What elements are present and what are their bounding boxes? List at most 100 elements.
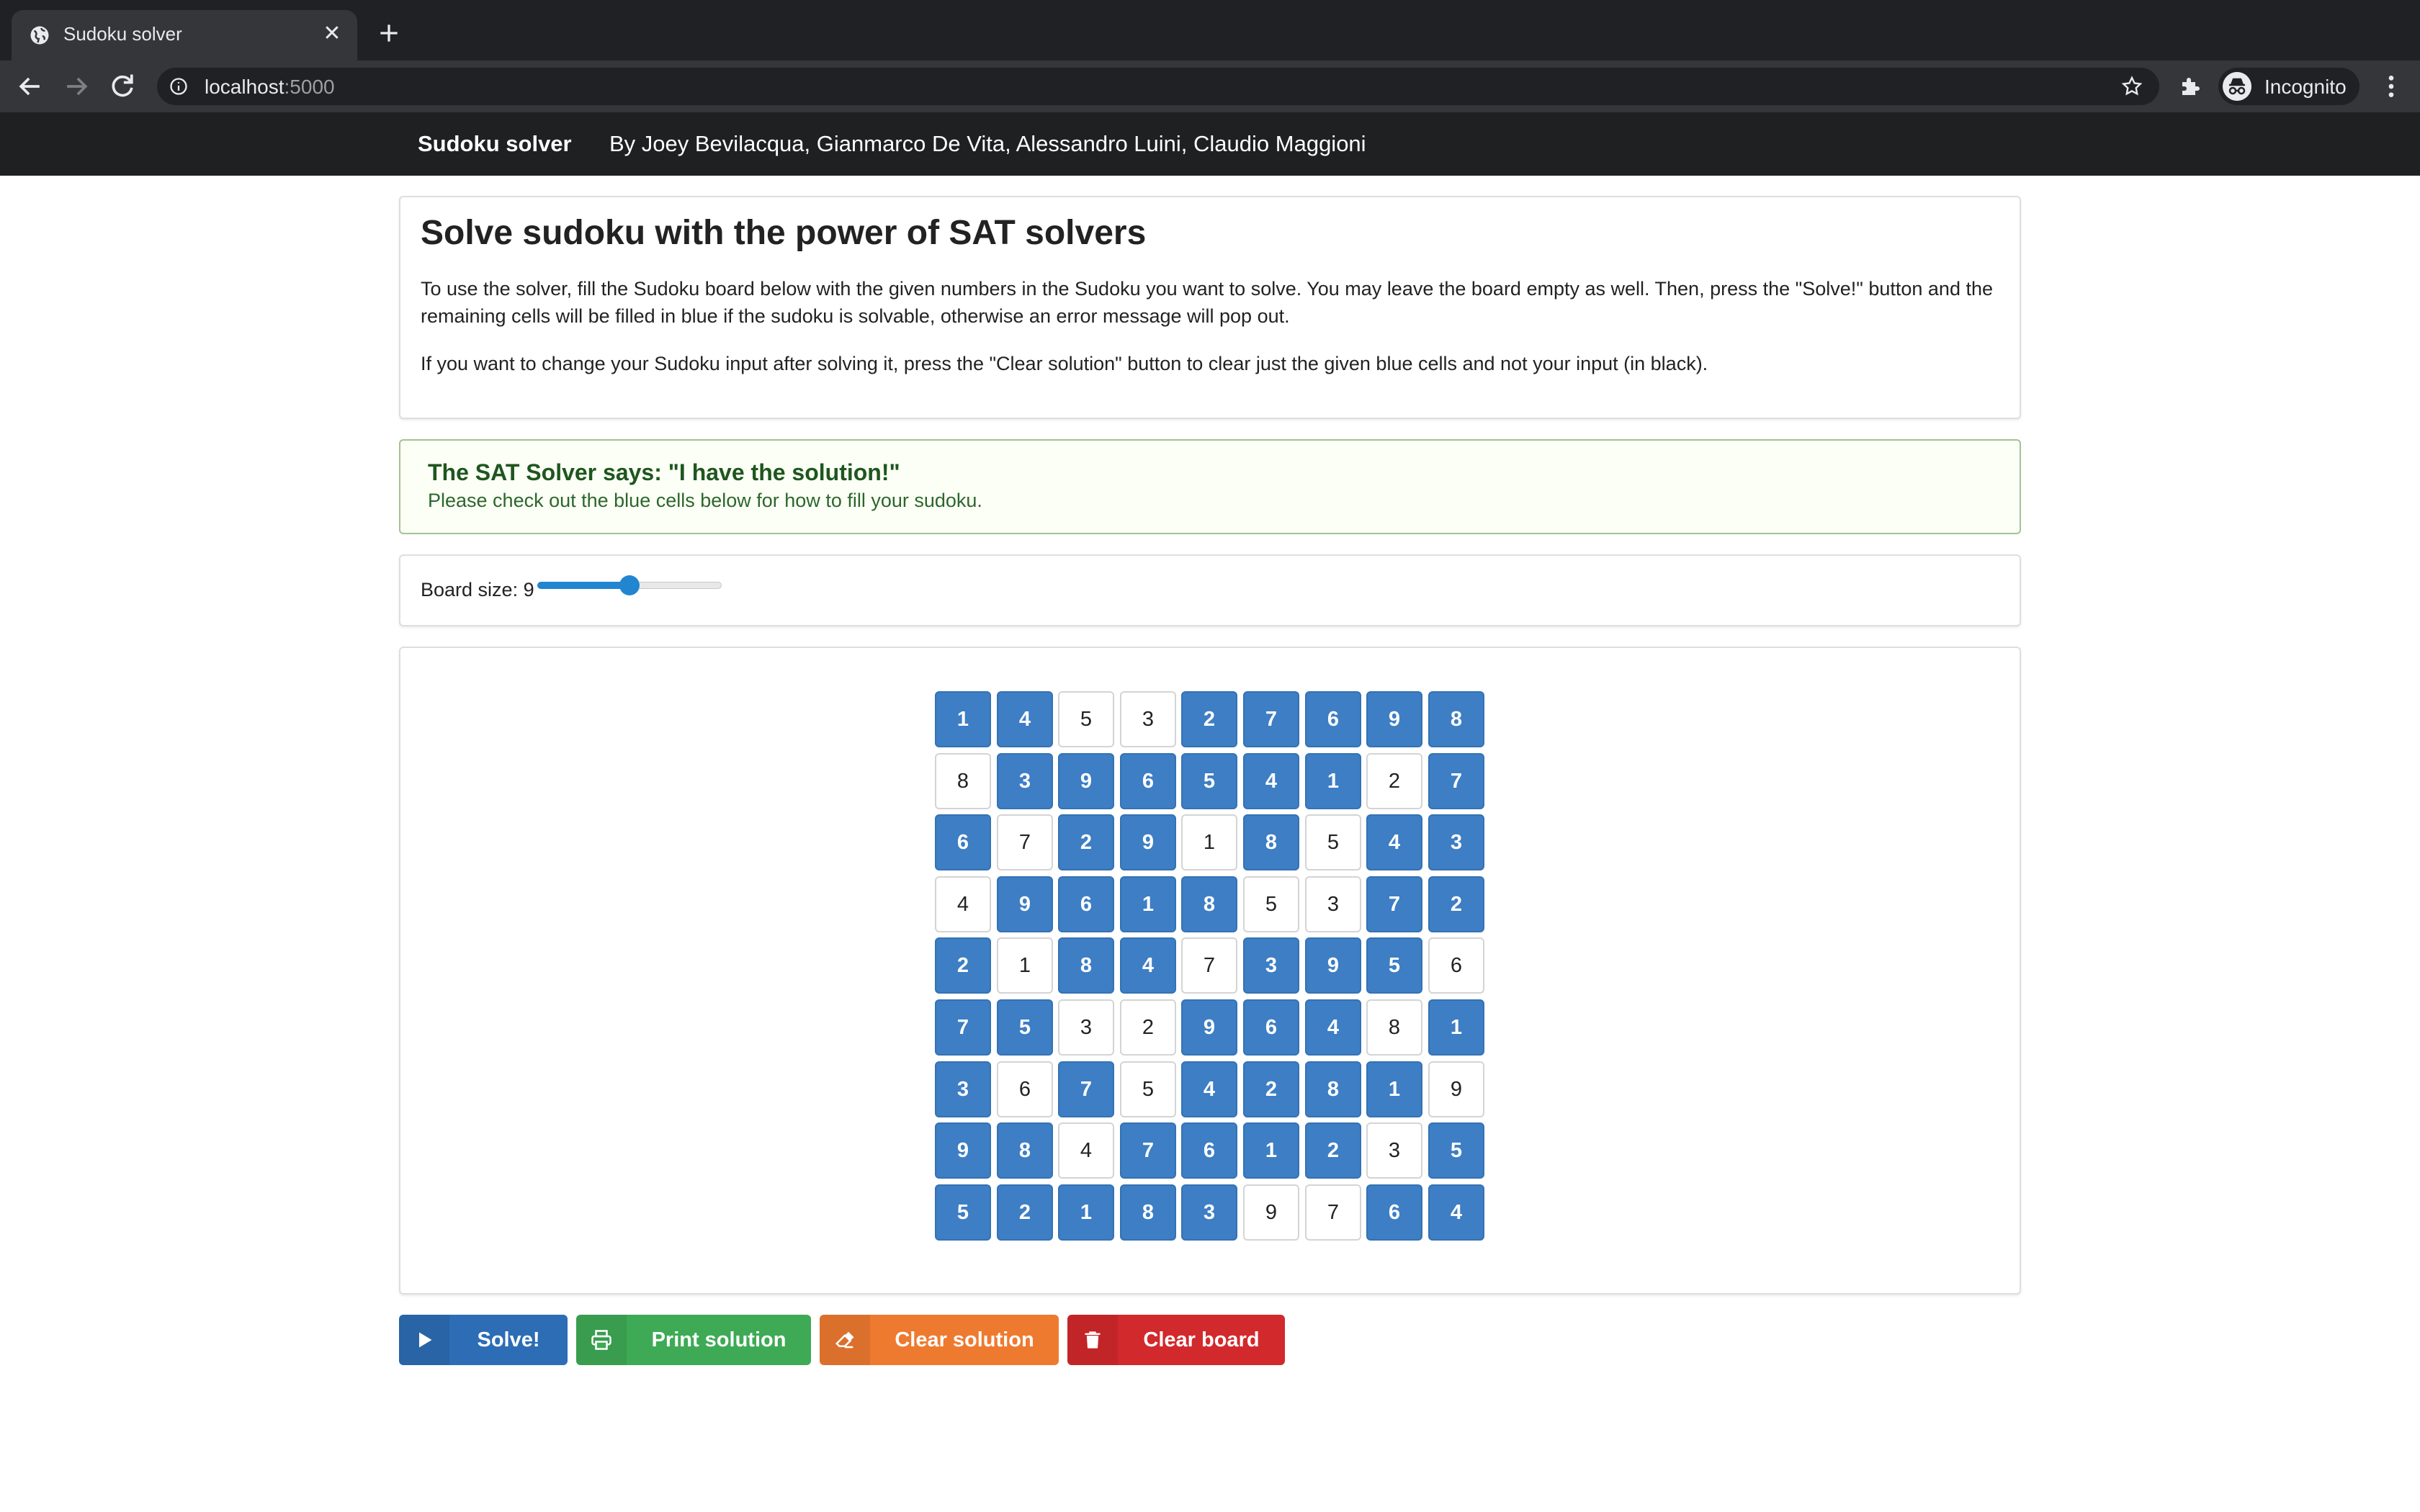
board-cell-r8-c6[interactable]: 1 (1243, 1122, 1299, 1179)
board-cell-r5-c2[interactable]: 1 (997, 937, 1053, 994)
board-cell-r1-c7[interactable]: 6 (1305, 691, 1361, 747)
board-cell-r1-c1[interactable]: 1 (935, 691, 991, 747)
board-cell-r3-c9[interactable]: 3 (1428, 814, 1484, 870)
board-cell-r3-c3[interactable]: 2 (1058, 814, 1114, 870)
board-cell-r4-c6[interactable]: 5 (1243, 876, 1299, 932)
board-cell-r1-c2[interactable]: 4 (997, 691, 1053, 747)
address-bar[interactable]: localhost:5000 (157, 68, 2159, 105)
reload-icon[interactable] (107, 71, 138, 102)
back-icon[interactable] (14, 71, 46, 102)
board-cell-r6-c3[interactable]: 3 (1058, 999, 1114, 1056)
board-cell-r7-c5[interactable]: 4 (1181, 1061, 1237, 1117)
board-cell-r5-c6[interactable]: 3 (1243, 937, 1299, 994)
board-cell-r1-c5[interactable]: 2 (1181, 691, 1237, 747)
board-cell-r5-c8[interactable]: 5 (1366, 937, 1422, 994)
board-cell-r6-c4[interactable]: 2 (1120, 999, 1176, 1056)
board-cell-r5-c9[interactable]: 6 (1428, 937, 1484, 994)
board-cell-r8-c9[interactable]: 5 (1428, 1122, 1484, 1179)
board-cell-r2-c5[interactable]: 5 (1181, 753, 1237, 809)
board-cell-r1-c9[interactable]: 8 (1428, 691, 1484, 747)
board-cell-r7-c4[interactable]: 5 (1120, 1061, 1176, 1117)
puzzle-icon[interactable] (2178, 73, 2204, 99)
board-cell-r4-c9[interactable]: 2 (1428, 876, 1484, 932)
board-cell-r4-c1[interactable]: 4 (935, 876, 991, 932)
board-cell-r2-c1[interactable]: 8 (935, 753, 991, 809)
board-cell-r6-c2[interactable]: 5 (997, 999, 1053, 1056)
board-cell-r7-c9[interactable]: 9 (1428, 1061, 1484, 1117)
board-cell-r3-c2[interactable]: 7 (997, 814, 1053, 870)
board-cell-r2-c7[interactable]: 1 (1305, 753, 1361, 809)
board-cell-r4-c5[interactable]: 8 (1181, 876, 1237, 932)
board-cell-r3-c5[interactable]: 1 (1181, 814, 1237, 870)
board-size-slider[interactable] (537, 575, 722, 595)
board-cell-r2-c2[interactable]: 3 (997, 753, 1053, 809)
board-cell-r6-c5[interactable]: 9 (1181, 999, 1237, 1056)
clear-board-button[interactable]: Clear board (1067, 1315, 1285, 1365)
board-cell-r1-c4[interactable]: 3 (1120, 691, 1176, 747)
board-cell-r6-c6[interactable]: 6 (1243, 999, 1299, 1056)
board-cell-r9-c8[interactable]: 6 (1366, 1184, 1422, 1241)
board-cell-r7-c2[interactable]: 6 (997, 1061, 1053, 1117)
board-cell-r4-c2[interactable]: 9 (997, 876, 1053, 932)
board-cell-r3-c8[interactable]: 4 (1366, 814, 1422, 870)
board-cell-r8-c7[interactable]: 2 (1305, 1122, 1361, 1179)
star-icon[interactable] (2120, 75, 2143, 98)
more-vert-icon[interactable] (2377, 72, 2406, 101)
forward-icon[interactable] (60, 71, 92, 102)
board-cell-r8-c3[interactable]: 4 (1058, 1122, 1114, 1179)
board-cell-r3-c6[interactable]: 8 (1243, 814, 1299, 870)
plus-icon[interactable] (375, 19, 403, 48)
board-cell-r9-c9[interactable]: 4 (1428, 1184, 1484, 1241)
board-cell-r9-c4[interactable]: 8 (1120, 1184, 1176, 1241)
board-cell-r9-c3[interactable]: 1 (1058, 1184, 1114, 1241)
board-cell-r5-c1[interactable]: 2 (935, 937, 991, 994)
board-cell-r7-c1[interactable]: 3 (935, 1061, 991, 1117)
board-cell-r9-c5[interactable]: 3 (1181, 1184, 1237, 1241)
board-cell-r1-c6[interactable]: 7 (1243, 691, 1299, 747)
board-cell-r1-c8[interactable]: 9 (1366, 691, 1422, 747)
board-cell-r5-c4[interactable]: 4 (1120, 937, 1176, 994)
board-cell-r8-c4[interactable]: 7 (1120, 1122, 1176, 1179)
board-cell-r4-c7[interactable]: 3 (1305, 876, 1361, 932)
board-cell-r4-c3[interactable]: 6 (1058, 876, 1114, 932)
board-cell-r4-c8[interactable]: 7 (1366, 876, 1422, 932)
board-cell-r9-c2[interactable]: 2 (997, 1184, 1053, 1241)
board-cell-r8-c1[interactable]: 9 (935, 1122, 991, 1179)
board-cell-r7-c6[interactable]: 2 (1243, 1061, 1299, 1117)
print-solution-button[interactable]: Print solution (576, 1315, 811, 1365)
board-cell-r5-c7[interactable]: 9 (1305, 937, 1361, 994)
profile-button[interactable]: Incognito (2218, 68, 2360, 105)
board-cell-r9-c1[interactable]: 5 (935, 1184, 991, 1241)
board-cell-r9-c6[interactable]: 9 (1243, 1184, 1299, 1241)
board-cell-r5-c3[interactable]: 8 (1058, 937, 1114, 994)
board-cell-r3-c4[interactable]: 9 (1120, 814, 1176, 870)
board-cell-r2-c9[interactable]: 7 (1428, 753, 1484, 809)
board-cell-r1-c3[interactable]: 5 (1058, 691, 1114, 747)
board-cell-r7-c3[interactable]: 7 (1058, 1061, 1114, 1117)
board-cell-r8-c2[interactable]: 8 (997, 1122, 1053, 1179)
board-cell-r2-c6[interactable]: 4 (1243, 753, 1299, 809)
solve-button[interactable]: Solve! (399, 1315, 568, 1365)
close-icon[interactable]: ✕ (320, 22, 344, 46)
board-cell-r2-c3[interactable]: 9 (1058, 753, 1114, 809)
board-cell-r7-c8[interactable]: 1 (1366, 1061, 1422, 1117)
board-cell-r3-c1[interactable]: 6 (935, 814, 991, 870)
browser-tab[interactable]: Sudoku solver ✕ (12, 10, 357, 60)
board-cell-r6-c9[interactable]: 1 (1428, 999, 1484, 1056)
board-cell-r7-c7[interactable]: 8 (1305, 1061, 1361, 1117)
slider-thumb[interactable] (619, 575, 640, 595)
board-cell-r5-c5[interactable]: 7 (1181, 937, 1237, 994)
clear-solution-button[interactable]: Clear solution (820, 1315, 1059, 1365)
brand-link[interactable]: Sudoku solver (418, 131, 572, 157)
board-cell-r8-c8[interactable]: 3 (1366, 1122, 1422, 1179)
board-cell-r4-c4[interactable]: 1 (1120, 876, 1176, 932)
board-cell-r2-c4[interactable]: 6 (1120, 753, 1176, 809)
board-cell-r6-c8[interactable]: 8 (1366, 999, 1422, 1056)
board-cell-r9-c7[interactable]: 7 (1305, 1184, 1361, 1241)
board-cell-r2-c8[interactable]: 2 (1366, 753, 1422, 809)
board-cell-r6-c7[interactable]: 4 (1305, 999, 1361, 1056)
info-icon[interactable] (169, 76, 189, 96)
board-cell-r6-c1[interactable]: 7 (935, 999, 991, 1056)
board-cell-r3-c7[interactable]: 5 (1305, 814, 1361, 870)
board-cell-r8-c5[interactable]: 6 (1181, 1122, 1237, 1179)
